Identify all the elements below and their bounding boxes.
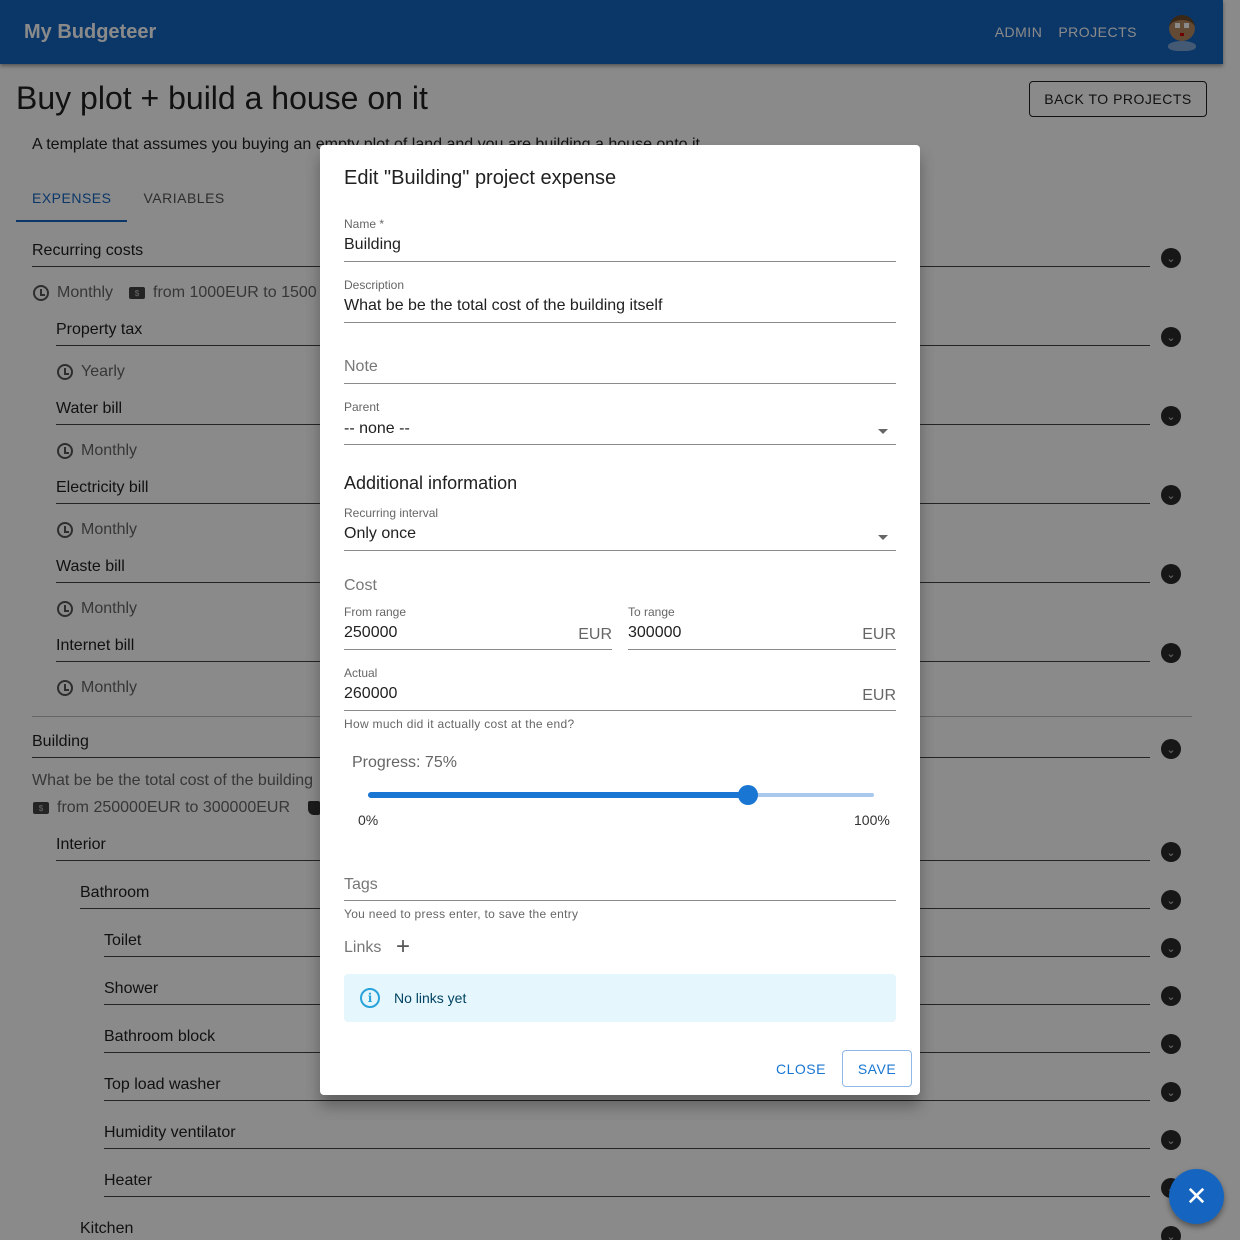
from-range-label: From range <box>344 605 407 619</box>
close-icon: ✕ <box>1185 1181 1208 1211</box>
description-field[interactable]: Description What be be the total cost of… <box>344 278 896 324</box>
slider-thumb[interactable] <box>737 785 758 805</box>
parent-label: Parent <box>344 400 380 414</box>
close-fab-button[interactable]: ✕ <box>1169 1169 1224 1224</box>
description-value[interactable]: What be be the total cost of the buildin… <box>344 297 662 315</box>
name-label: Name * <box>344 217 385 231</box>
to-range-label: To range <box>628 605 675 619</box>
to-range-field[interactable]: To range 300000 EUR <box>628 605 896 651</box>
progress-slider[interactable] <box>368 785 874 805</box>
dialog-title: Edit "Building" project expense <box>344 167 617 189</box>
slider-min-label: 0% <box>358 812 379 828</box>
no-links-alert: i No links yet <box>344 974 896 1022</box>
from-range-value[interactable]: 250000 <box>344 624 397 642</box>
tags-field[interactable]: Tags You need to press enter, to save th… <box>344 875 896 923</box>
currency-suffix: EUR <box>862 626 896 643</box>
dropdown-arrow-icon <box>878 535 888 540</box>
name-value[interactable]: Building <box>344 236 401 254</box>
slider-track <box>368 792 748 798</box>
save-button[interactable]: SAVE <box>842 1050 912 1087</box>
actual-cost-field[interactable]: Actual 260000 EUR How much did it actual… <box>344 666 896 732</box>
actual-value[interactable]: 260000 <box>344 685 397 703</box>
parent-value: -- none -- <box>344 420 410 437</box>
interval-value: Only once <box>344 525 417 542</box>
currency-suffix: EUR <box>862 687 896 704</box>
info-icon: i <box>360 988 380 1008</box>
slider-max-label: 100% <box>854 812 890 828</box>
note-field[interactable]: Note <box>344 339 896 385</box>
parent-select[interactable]: Parent -- none -- <box>344 400 896 446</box>
description-label: Description <box>344 278 405 292</box>
add-link-button[interactable]: + <box>396 935 410 959</box>
tags-hint: You need to press enter, to save the ent… <box>344 907 579 921</box>
to-range-value[interactable]: 300000 <box>628 624 681 642</box>
recurring-interval-select[interactable]: Recurring interval Only once <box>344 506 896 552</box>
links-label: Links <box>344 939 382 956</box>
note-placeholder: Note <box>344 358 378 375</box>
cost-heading: Cost <box>344 577 377 594</box>
dropdown-arrow-icon <box>878 429 888 434</box>
actual-label: Actual <box>344 666 378 680</box>
close-button[interactable]: CLOSE <box>768 1051 834 1087</box>
interval-label: Recurring interval <box>344 506 439 520</box>
from-range-field[interactable]: From range 250000 EUR <box>344 605 612 651</box>
name-field[interactable]: Name * Building <box>344 217 896 263</box>
progress-label: Progress: 75% <box>352 754 457 771</box>
currency-suffix: EUR <box>578 626 612 643</box>
actual-hint: How much did it actually cost at the end… <box>344 717 575 731</box>
edit-expense-dialog: Edit "Building" project expense Name * B… <box>320 145 920 1095</box>
tags-placeholder: Tags <box>344 876 378 893</box>
no-links-message: No links yet <box>394 990 467 1006</box>
additional-info-heading: Additional information <box>344 473 518 493</box>
